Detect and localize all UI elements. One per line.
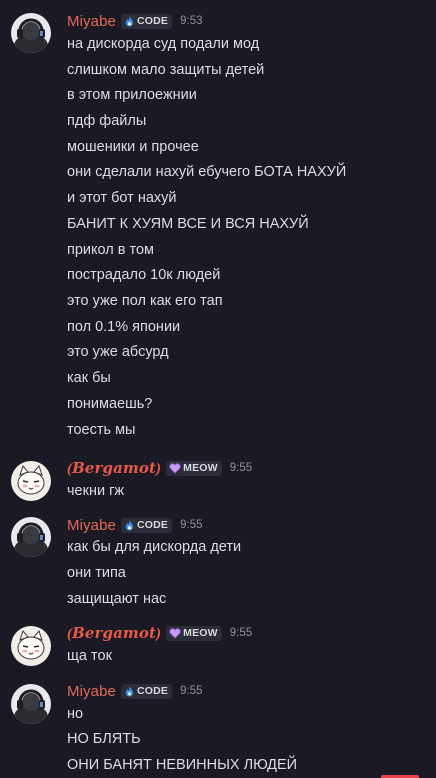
message-line: понимаешь? bbox=[67, 396, 153, 412]
avatar[interactable] bbox=[11, 13, 51, 53]
message-line: пол 0.1% японии bbox=[67, 319, 181, 335]
message-line: прикол в том bbox=[67, 242, 154, 258]
message-line: чекни гж bbox=[67, 483, 125, 499]
message-line: как бы bbox=[67, 370, 111, 386]
server-tag-label: MEOW bbox=[183, 462, 218, 474]
avatar[interactable] bbox=[11, 626, 51, 666]
message-line: это уже пол как его тап bbox=[67, 293, 223, 309]
flame-icon bbox=[124, 519, 135, 531]
message-line: НО БЛЯТЬ bbox=[67, 731, 141, 747]
username[interactable]: (𝑩𝒆𝒓𝒈𝒂𝒎𝒐𝒕) bbox=[67, 624, 161, 643]
server-tag-label: CODE bbox=[136, 15, 169, 27]
username[interactable]: Miyabe bbox=[67, 517, 116, 534]
server-tag-label: CODE bbox=[136, 685, 169, 697]
message-line: защищают нас bbox=[67, 591, 167, 607]
message-line: на дискорда суд подали мод bbox=[67, 36, 260, 52]
cat-avatar-icon bbox=[11, 461, 51, 501]
heart-icon bbox=[169, 627, 181, 639]
timestamp: 9:55 bbox=[180, 519, 203, 531]
message-line: слишком мало защиты детей bbox=[67, 62, 265, 78]
headphones-avatar-icon bbox=[11, 517, 51, 557]
server-tag[interactable]: CODE bbox=[120, 517, 173, 533]
message-line: они типа bbox=[67, 565, 126, 581]
message-line: и этот бот нахуй bbox=[67, 190, 177, 206]
message-line: тоесть мы bbox=[67, 422, 136, 438]
username[interactable]: Miyabe bbox=[67, 13, 116, 30]
message-header: Miyabe CODE 9:55 bbox=[67, 681, 203, 701]
cat-avatar-icon bbox=[11, 626, 51, 666]
message-line: мошеники и прочее bbox=[67, 139, 199, 155]
message-header: (𝑩𝒆𝒓𝒈𝒂𝒎𝒐𝒕) MEOW 9:55 bbox=[67, 623, 252, 643]
timestamp: 9:55 bbox=[229, 627, 253, 639]
message-line: они сделали нахуй ебучего БОТА НАХУЙ bbox=[67, 164, 347, 180]
message-line: но bbox=[67, 706, 84, 722]
avatar[interactable] bbox=[11, 684, 51, 724]
message-line: пострадало 10к людей bbox=[67, 267, 221, 283]
server-tag[interactable]: MEOW bbox=[166, 460, 222, 476]
message-header: (𝑩𝒆𝒓𝒈𝒂𝒎𝒐𝒕) MEOW 9:55 bbox=[67, 458, 252, 478]
message-line: ща ток bbox=[67, 648, 112, 664]
message-line: это уже абсурд bbox=[67, 344, 169, 360]
message-line: БАНИТ К ХУЯМ ВСЕ И ВСЯ НАХУЙ bbox=[67, 216, 309, 232]
timestamp: 9:53 bbox=[180, 15, 203, 27]
server-tag[interactable]: MEOW bbox=[166, 625, 222, 641]
server-tag-label: MEOW bbox=[183, 627, 218, 639]
avatar[interactable] bbox=[11, 517, 51, 557]
message-line: пдф файлы bbox=[67, 113, 147, 129]
message-line: ОНИ БАНЯТ НЕВИННЫХ ЛЮДЕЙ bbox=[67, 757, 298, 773]
server-tag[interactable]: CODE bbox=[120, 683, 173, 699]
username[interactable]: (𝑩𝒆𝒓𝒈𝒂𝒎𝒐𝒕) bbox=[67, 459, 161, 478]
flame-icon bbox=[124, 685, 135, 697]
flame-icon bbox=[124, 15, 135, 27]
headphones-avatar-icon bbox=[11, 13, 51, 53]
message-header: Miyabe CODE 9:55 bbox=[67, 515, 203, 535]
message-header: Miyabe CODE 9:53 bbox=[67, 11, 203, 31]
message-line: в этом прилоежнии bbox=[67, 87, 197, 103]
server-tag-label: CODE bbox=[136, 519, 169, 531]
timestamp: 9:55 bbox=[229, 462, 253, 474]
headphones-avatar-icon bbox=[11, 684, 51, 724]
username[interactable]: Miyabe bbox=[67, 683, 116, 700]
heart-icon bbox=[169, 462, 181, 474]
server-tag[interactable]: CODE bbox=[120, 13, 173, 29]
message-line: как бы для дискорда дети bbox=[67, 539, 242, 555]
avatar[interactable] bbox=[11, 461, 51, 501]
timestamp: 9:55 bbox=[180, 685, 203, 697]
